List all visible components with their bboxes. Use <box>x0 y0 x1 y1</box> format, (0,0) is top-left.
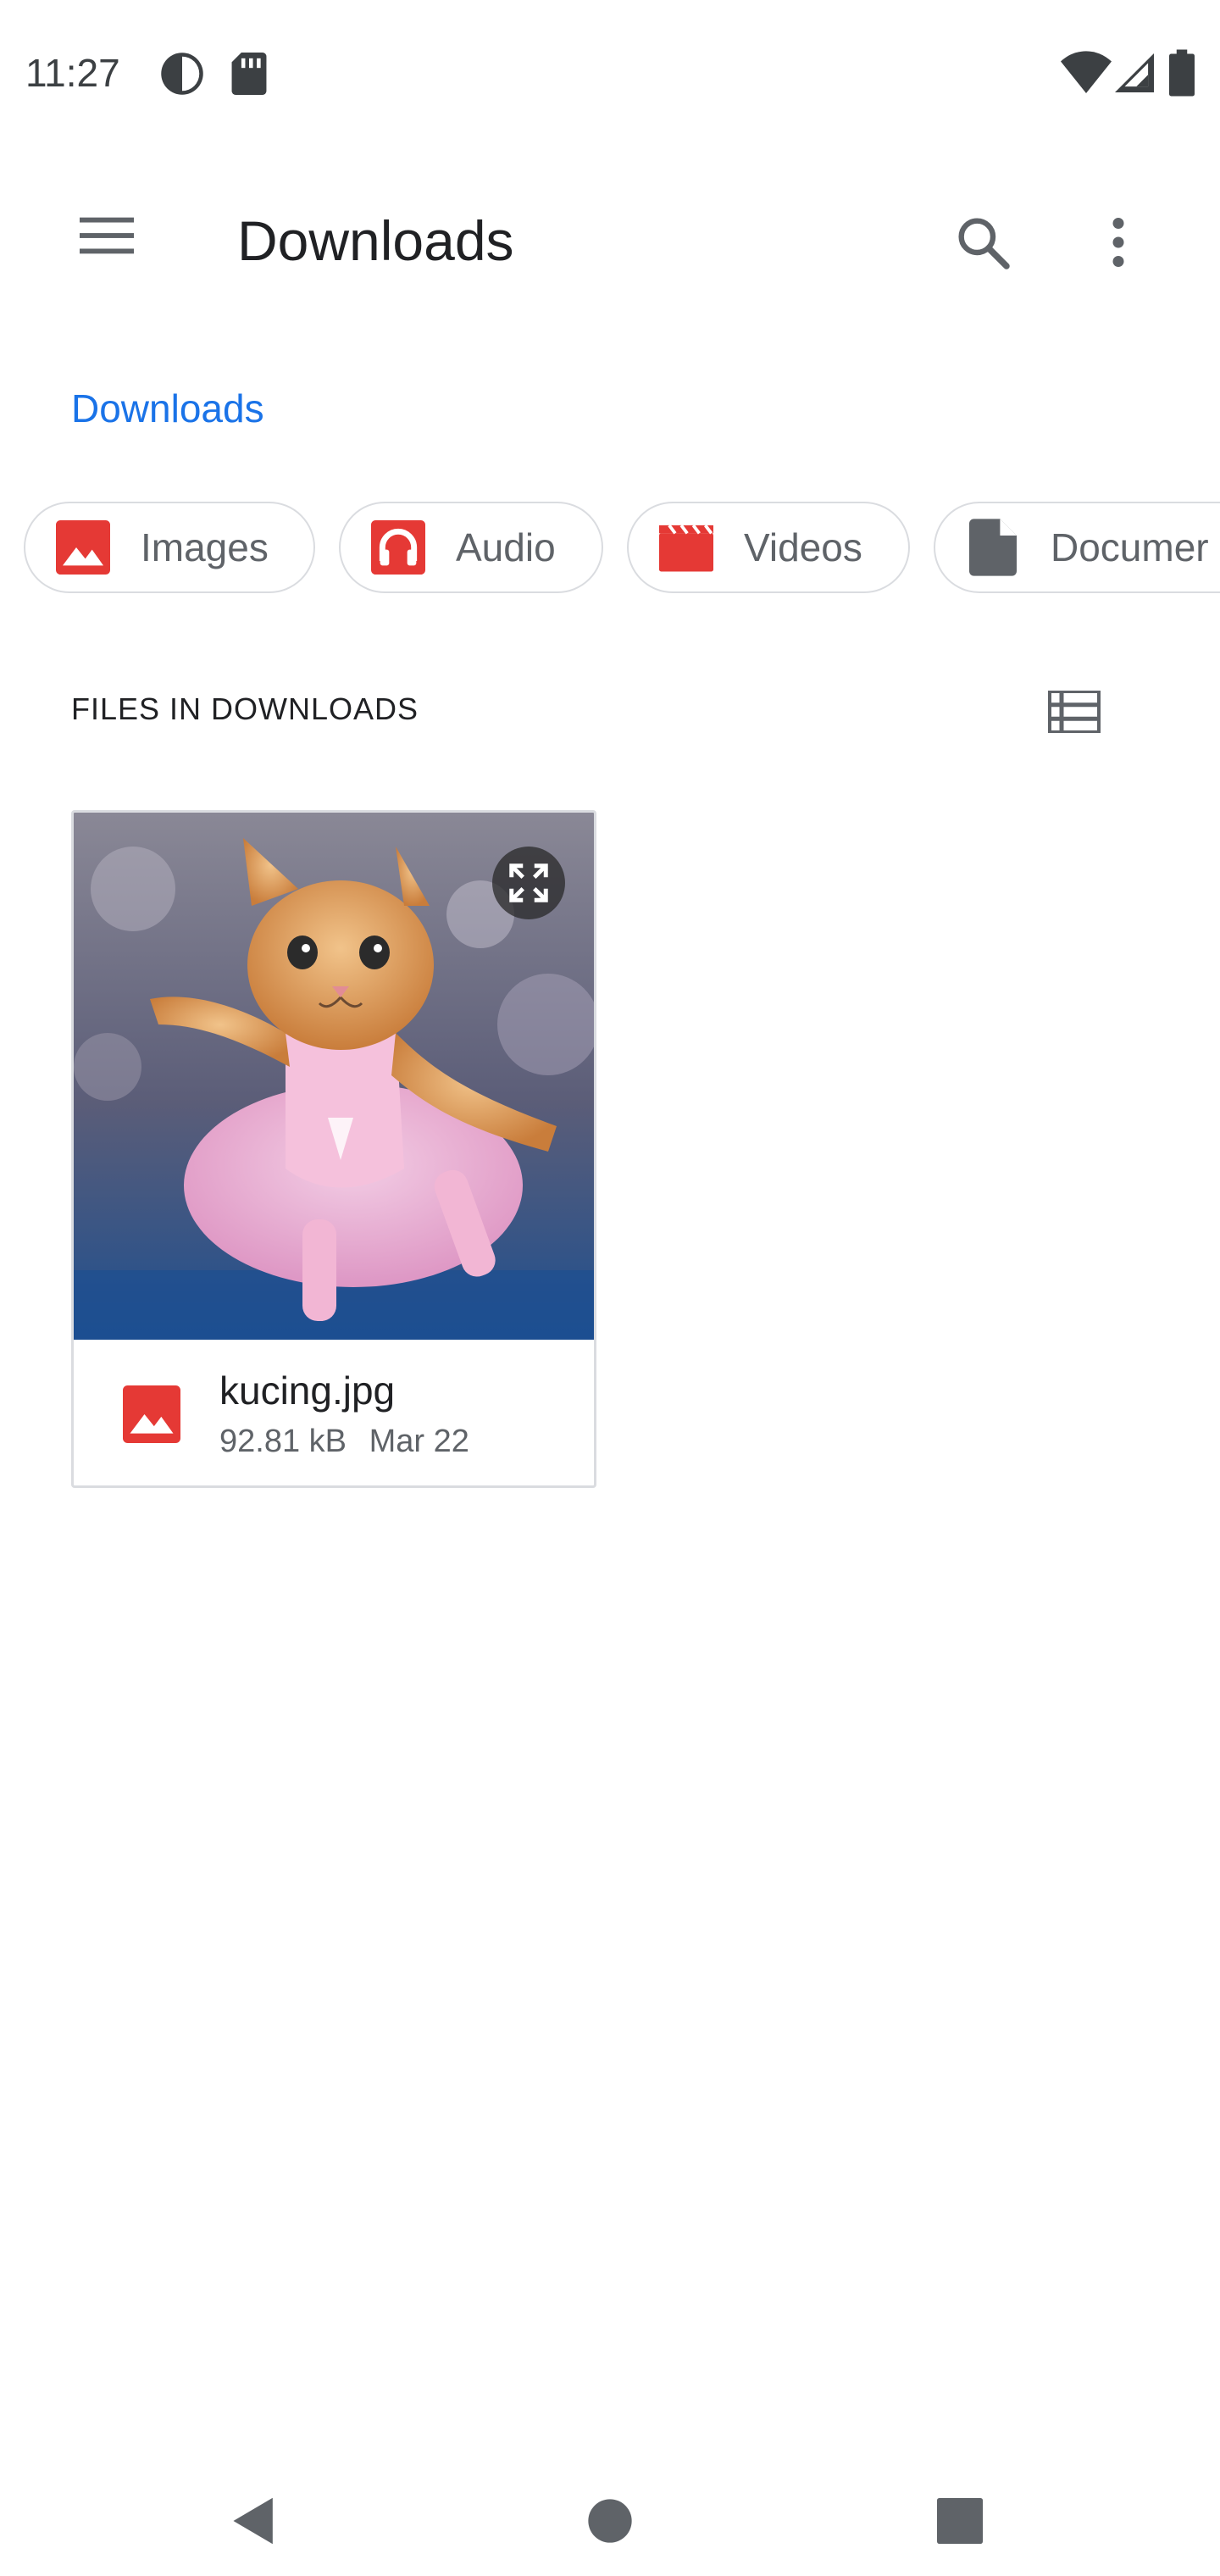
file-name: kucing.jpg <box>219 1368 396 1413</box>
page-title: Downloads <box>237 209 514 272</box>
toolbar: Downloads <box>0 149 1220 336</box>
chip-images[interactable]: Images <box>24 502 315 593</box>
back-icon <box>233 2497 273 2545</box>
home-button[interactable] <box>563 2474 657 2568</box>
file-date: Mar 22 <box>369 1424 469 1459</box>
wifi-icon <box>1061 51 1112 93</box>
list-view-icon <box>1048 691 1101 733</box>
preview-button[interactable] <box>492 847 565 919</box>
more-vert-icon <box>1112 218 1124 267</box>
cellular-signal-icon <box>1115 53 1154 92</box>
file-thumbnail <box>74 813 594 1340</box>
chip-label: Documer <box>1051 525 1209 569</box>
file-card[interactable]: kucing.jpg 92.81 kB Mar 22 <box>71 810 596 1488</box>
home-icon <box>588 2499 632 2543</box>
menu-button[interactable] <box>59 188 154 283</box>
breadcrumb-downloads[interactable]: Downloads <box>71 383 264 434</box>
section-header: FILES IN DOWNLOADS <box>71 691 419 726</box>
navigation-bar <box>0 2457 1220 2576</box>
back-button[interactable] <box>208 2474 301 2568</box>
battery-icon <box>1169 49 1195 97</box>
headphones-icon <box>371 520 425 575</box>
hamburger-menu-icon <box>80 217 134 254</box>
more-options-button[interactable] <box>1071 195 1166 290</box>
file-size: 92.81 kB <box>219 1424 347 1459</box>
image-icon <box>56 520 110 575</box>
file-type-chips: Images Audio Videos Documer <box>24 502 1220 597</box>
data-saver-icon <box>161 53 203 95</box>
chip-label: Images <box>141 525 269 569</box>
sd-card-icon <box>231 53 267 95</box>
document-icon <box>969 519 1017 576</box>
status-time: 11:27 <box>25 51 120 95</box>
chip-videos[interactable]: Videos <box>627 502 910 593</box>
fullscreen-icon <box>509 863 548 902</box>
chip-label: Videos <box>744 525 862 569</box>
chip-label: Audio <box>456 525 556 569</box>
image-icon <box>123 1385 180 1443</box>
recents-icon <box>937 2498 983 2544</box>
search-button[interactable] <box>935 195 1030 290</box>
chip-audio[interactable]: Audio <box>339 502 603 593</box>
recents-button[interactable] <box>913 2474 1006 2568</box>
chip-documents[interactable]: Documer <box>934 502 1220 593</box>
status-bar: 11:27 <box>0 0 1220 149</box>
file-meta: 92.81 kB Mar 22 <box>219 1421 469 1462</box>
view-toggle-button[interactable] <box>1027 664 1122 759</box>
search-icon <box>958 218 1010 269</box>
movie-icon <box>659 524 713 572</box>
